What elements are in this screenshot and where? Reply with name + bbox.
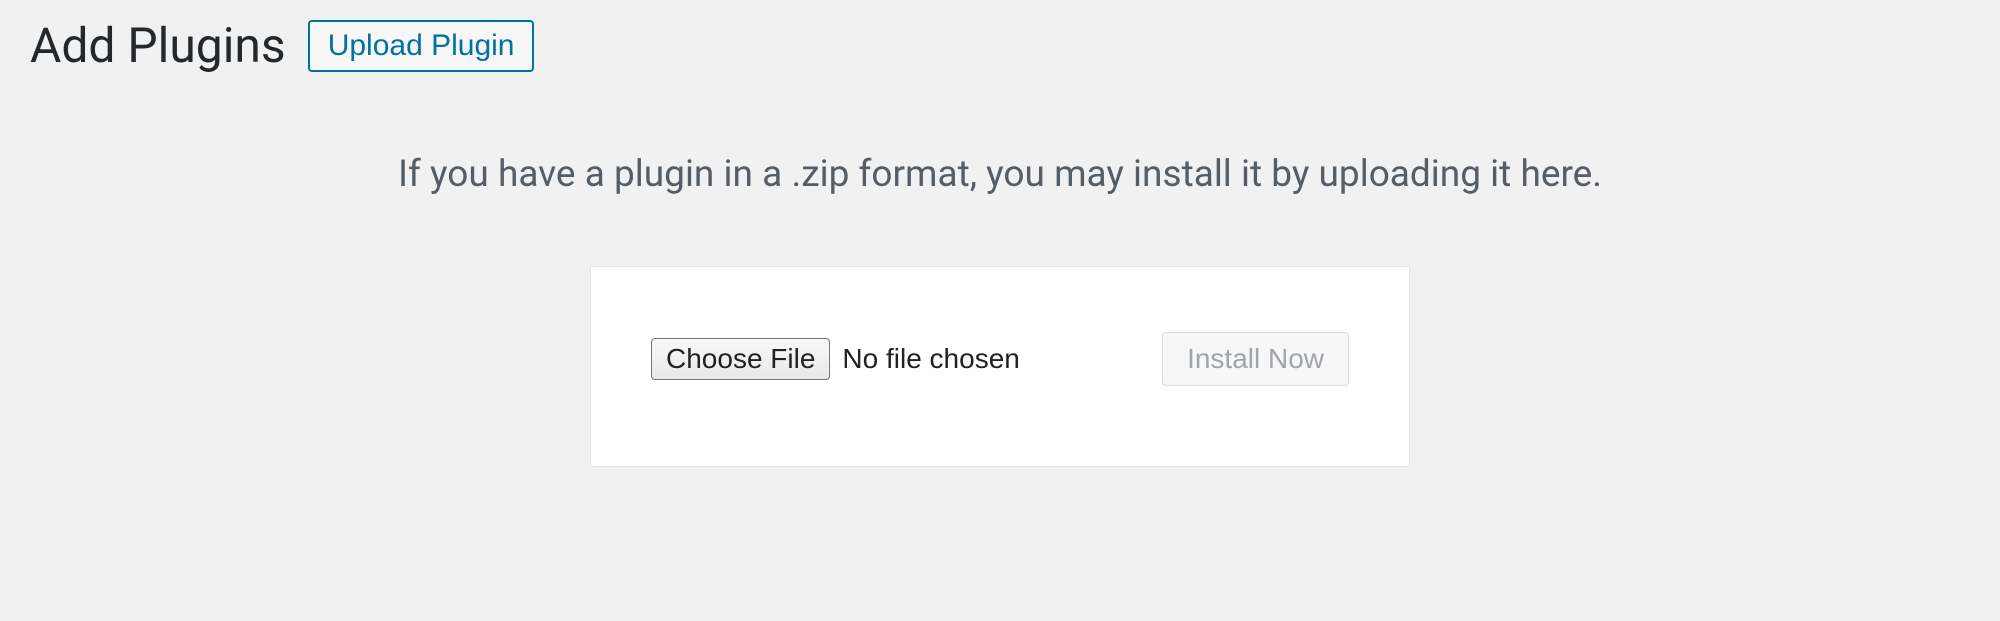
choose-file-button[interactable]: Choose File [651, 338, 830, 380]
upload-description: If you have a plugin in a .zip format, y… [30, 153, 1970, 196]
install-now-button[interactable]: Install Now [1162, 332, 1349, 386]
page-title: Add Plugins [30, 20, 286, 73]
page-header: Add Plugins Upload Plugin [30, 20, 1970, 73]
upload-panel: Choose File No file chosen Install Now [590, 266, 1410, 467]
file-status-text: No file chosen [842, 343, 1019, 375]
file-input-group: Choose File No file chosen [651, 338, 1020, 380]
upload-plugin-button[interactable]: Upload Plugin [308, 20, 535, 72]
